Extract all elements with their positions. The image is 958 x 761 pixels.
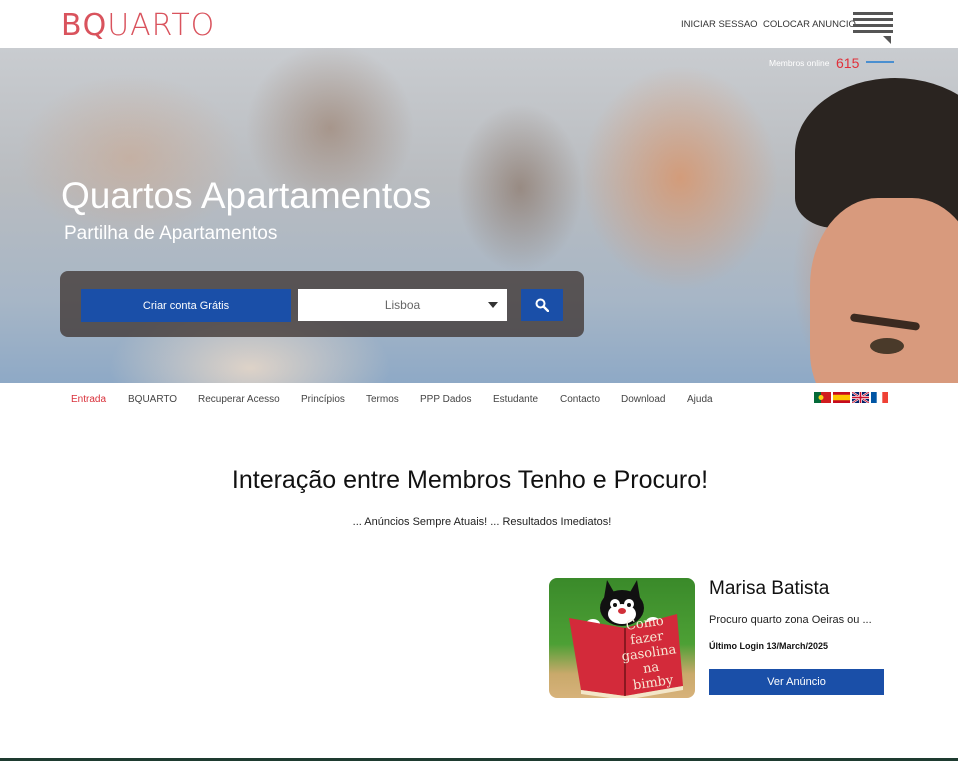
nav-item-download[interactable]: Download [621,394,665,405]
members-online-count: 615 [836,55,860,71]
logo-rest: UARTO [107,8,216,43]
view-listing-button[interactable]: Ver Anúncio [709,669,884,695]
section-headline: Interação entre Membros Tenho e Procuro! [231,466,709,494]
city-select[interactable]: Lisboa [298,289,507,321]
city-select-value: Lisboa [384,298,421,312]
portugal-flag-icon[interactable] [814,392,831,403]
top-bar: BQUARTO INICIAR SESSAO COLOCAR ANUNCIO [0,0,958,48]
uk-flag-icon[interactable] [852,392,869,403]
post-ad-link[interactable]: COLOCAR ANUNCIO [763,19,856,30]
nav-item-ppp-dados[interactable]: PPP Dados [420,394,472,405]
spain-flag-icon[interactable] [833,392,850,403]
nav-item-estudante[interactable]: Estudante [493,394,538,405]
nav-item-contacto[interactable]: Contacto [560,394,600,405]
login-link[interactable]: INICIAR SESSAO [681,19,758,30]
listing-last-login: Último Login 13/March/2025 [709,641,829,651]
create-account-button[interactable]: Criar conta Grátis [81,289,291,322]
hero-subtitle: Partilha de Apartamentos [64,223,278,244]
caret-down-icon [488,302,498,308]
nav-item-bquarto[interactable]: BQUARTO [128,394,177,405]
hero-photo-face [810,198,958,383]
nav-item-recuperar-acesso[interactable]: Recuperar Acesso [198,394,280,405]
nav-item-termos[interactable]: Termos [366,394,399,405]
search-icon [535,298,549,312]
listing-avatar-image[interactable]: Como fazer gasolina na bimby [549,578,695,698]
nav-item-entrada[interactable]: Entrada [71,394,106,405]
nav-item-principios[interactable]: Princípios [301,394,345,405]
search-button[interactable] [521,289,563,321]
book-text: Como fazer gasolina na bimby [614,612,684,695]
hero-title: Quartos Apartamentos [61,175,432,216]
search-panel: Criar conta Grátis Lisboa [60,271,584,337]
language-flags [814,392,888,403]
members-online-label: Membros online [769,58,830,68]
france-flag-icon[interactable] [871,392,888,403]
hamburger-menu-icon[interactable] [853,12,893,44]
hero-banner: Membros online 615 Quartos Apartamentos … [0,48,958,383]
listing-member-name[interactable]: Marisa Batista [709,578,829,600]
logo-bold: BQ [61,8,108,43]
section-tagline: ... Anúncios Sempre Atuais! ... Resultad… [352,516,612,528]
logo[interactable]: BQUARTO [61,8,215,43]
listing-description: Procuro quarto zona Oeiras ou ... [709,614,872,626]
hero-photo-eye [870,338,904,354]
members-online-bar [866,61,894,63]
nav-item-ajuda[interactable]: Ajuda [687,394,713,405]
